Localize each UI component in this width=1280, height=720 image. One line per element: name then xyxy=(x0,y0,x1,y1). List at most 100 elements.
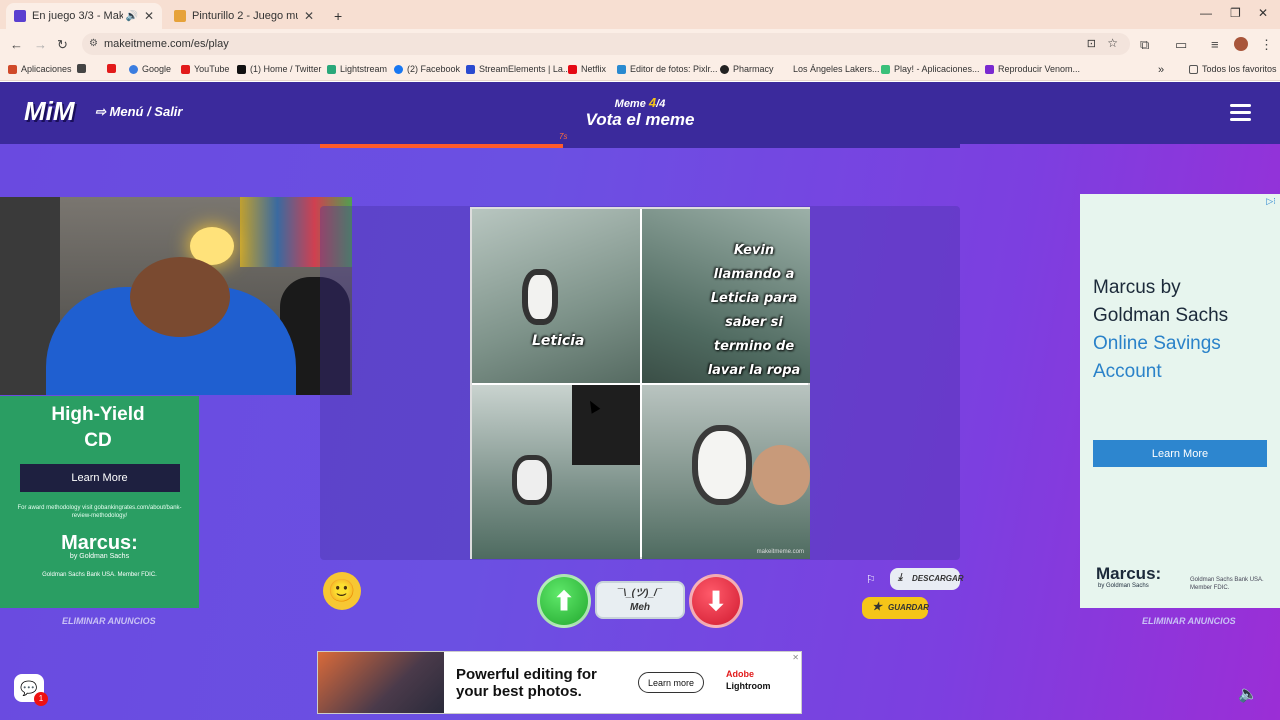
hamburger-menu-icon[interactable] xyxy=(1230,104,1251,122)
bookmark-twitter[interactable]: (1) Home / Twitter xyxy=(237,64,321,74)
reaction-emoji-button[interactable]: 🙂 xyxy=(323,572,361,610)
ad-close-icon[interactable]: ✕ xyxy=(792,653,799,662)
bookmark-facebook[interactable]: (2) Facebook xyxy=(394,64,460,74)
chat-badge: 1 xyxy=(34,692,48,706)
close-window-icon[interactable]: ✕ xyxy=(1258,6,1268,20)
x-icon xyxy=(237,64,246,74)
meh-label: Meh xyxy=(630,602,650,613)
sound-toggle-icon[interactable]: 🔈 xyxy=(1238,684,1258,704)
bookmark-youtube-red[interactable] xyxy=(107,64,120,73)
prime-icon xyxy=(985,64,994,74)
bookmark-lightstream[interactable]: Lightstream xyxy=(327,64,387,74)
save-button[interactable]: ★ GUARDAR xyxy=(862,597,929,619)
restore-icon[interactable]: ❐ xyxy=(1230,6,1241,20)
new-tab-button[interactable]: + xyxy=(326,3,350,29)
meme-stage: Leticia Kevin llamando a Leticia para sa… xyxy=(320,206,960,560)
remove-ads-link-left[interactable]: ELIMINAR ANUNCIOS xyxy=(62,616,156,626)
netflix-icon xyxy=(568,64,577,74)
bookmark-lakers[interactable]: Los Ángeles Lakers... xyxy=(793,64,880,74)
bookmark-youtube[interactable]: YouTube xyxy=(181,64,229,74)
meme-panel-3 xyxy=(472,385,640,559)
minimize-icon[interactable]: — xyxy=(1200,6,1212,20)
pixlr-icon xyxy=(617,64,626,74)
arrow-down-icon: ⬇ xyxy=(705,585,727,616)
tab-title: En juego 3/3 - Make it Meme xyxy=(32,10,124,22)
tab-pinturillo[interactable]: Pinturillo 2 - Juego multijugador ✕ xyxy=(166,3,322,29)
upvote-button[interactable]: ⬆ xyxy=(537,574,591,628)
close-tab-icon[interactable]: ✕ xyxy=(304,9,314,23)
all-bookmarks[interactable]: Todos los favoritos xyxy=(1189,64,1277,74)
report-flag-icon[interactable]: ⚐ xyxy=(866,573,876,586)
make-it-meme-favicon-icon xyxy=(14,10,26,22)
bookmark-play[interactable]: Play! - Aplicaciones... xyxy=(881,64,980,74)
reload-icon[interactable]: ↻ xyxy=(57,37,68,53)
youtube-icon xyxy=(107,64,116,73)
ad-learn-more-button[interactable]: Learn more xyxy=(638,672,704,693)
bookmark-streamelements[interactable]: StreamElements | La... xyxy=(466,64,570,74)
media-icon[interactable]: ▭ xyxy=(1175,37,1187,53)
star-icon: ★ xyxy=(872,601,882,613)
meme-panel-2: Kevin llamando a Leticia para saber si t… xyxy=(642,209,810,383)
bookmark-pixlr[interactable]: Editor de fotos: Pixlr... xyxy=(617,64,718,74)
ad-text: Powerful editing for your best photos. xyxy=(456,666,597,700)
bookmark-venom[interactable]: Reproducir Venom... xyxy=(985,64,1080,74)
bookmark-google[interactable]: Google xyxy=(129,64,171,74)
profile-avatar[interactable] xyxy=(1234,37,1248,51)
cat xyxy=(692,425,752,505)
game-header: MiM ⇨ Menú / Salir Meme 4/4 Vota el meme… xyxy=(0,82,1280,144)
folder-icon xyxy=(1189,64,1198,74)
chat-button[interactable]: 💬 1 xyxy=(14,674,48,706)
more-bookmarks-icon[interactable]: » xyxy=(1158,64,1164,76)
cat xyxy=(512,455,552,505)
page-title: Vota el meme xyxy=(585,110,695,129)
bookmark-pharmacy[interactable]: Pharmacy xyxy=(720,64,774,74)
bookmarks-bar: Aplicaciones Google YouTube (1) Home / T… xyxy=(0,59,1280,81)
more-menu-icon[interactable]: ⋮ xyxy=(1260,37,1273,53)
google-icon xyxy=(129,64,138,74)
back-icon[interactable]: ← xyxy=(10,37,23,52)
tab-make-it-meme[interactable]: En juego 3/3 - Make it Meme 🔊 ✕ xyxy=(6,3,162,29)
facebook-icon xyxy=(394,64,403,74)
extensions-icon[interactable]: ⧉ xyxy=(1140,37,1149,53)
download-button[interactable]: ⤓ DESCARGAR xyxy=(890,568,964,590)
play-store-icon xyxy=(881,64,890,74)
streamelements-icon xyxy=(466,64,475,74)
remove-ads-link-right[interactable]: ELIMINAR ANUNCIOS xyxy=(1142,616,1236,626)
ad-fdic: Goldman Sachs Bank USA. Member FDIC. xyxy=(1190,577,1264,591)
ad-headline: Marcus by Goldman Sachs Online Savings Ac… xyxy=(1093,277,1229,382)
marcus-sub: by Goldman Sachs xyxy=(1098,583,1149,589)
bookmark-apps[interactable]: Aplicaciones xyxy=(8,64,72,74)
meh-shrug: ¯\_(ツ)_/¯ xyxy=(617,588,663,599)
time-progress-fill xyxy=(320,144,564,148)
globe-icon xyxy=(720,64,729,74)
right-ad: ▷⁝ Marcus by Goldman Sachs Online Savings… xyxy=(1080,194,1280,608)
close-tab-icon[interactable]: ✕ xyxy=(144,9,154,23)
reading-list-icon[interactable]: ≡ xyxy=(1211,37,1219,52)
browser-tab-bar: En juego 3/3 - Make it Meme 🔊 ✕ Pinturil… xyxy=(0,0,1280,29)
install-icon[interactable]: ⊡ xyxy=(1087,37,1096,50)
downvote-button[interactable]: ⬇ xyxy=(689,574,743,628)
grid-icon xyxy=(77,64,86,73)
forward-icon[interactable]: → xyxy=(34,37,47,52)
url-bar[interactable]: ⚙ makeitmeme.com/es/play ⊡ ☆ xyxy=(82,33,1130,55)
bookmark-grid[interactable] xyxy=(77,64,90,73)
time-progress-bar xyxy=(320,144,960,148)
ad-learn-more-button[interactable]: Learn More xyxy=(19,464,180,492)
webcam-overlay xyxy=(0,197,352,395)
address-toolbar: ← → ↻ ⚙ makeitmeme.com/es/play ⊡ ☆ ⧉ ▭ ≡… xyxy=(0,29,1280,59)
ad-learn-more-button[interactable]: Learn More xyxy=(1093,440,1267,467)
ad-choices-icon[interactable]: ▷⁝ xyxy=(1266,196,1276,207)
meh-button[interactable]: ¯\_(ツ)_/¯ Meh xyxy=(595,581,685,619)
countdown-timer: 7s xyxy=(559,132,568,141)
bookmark-netflix[interactable]: Netflix xyxy=(568,64,606,74)
cat xyxy=(522,269,558,325)
meme-caption-kevin: Kevin llamando a Leticia para saber si t… xyxy=(707,243,801,378)
meme-counter: Meme 4/4 xyxy=(614,95,666,110)
site-info-icon[interactable]: ⚙ xyxy=(89,38,98,49)
lightstream-icon xyxy=(327,64,336,74)
ad-photo xyxy=(318,652,444,713)
meme-caption-leticia: Leticia xyxy=(532,333,585,349)
bookmark-star-icon[interactable]: ☆ xyxy=(1107,36,1118,50)
apps-grid-icon xyxy=(8,64,17,74)
arrow-up-icon: ⬆ xyxy=(553,585,575,616)
